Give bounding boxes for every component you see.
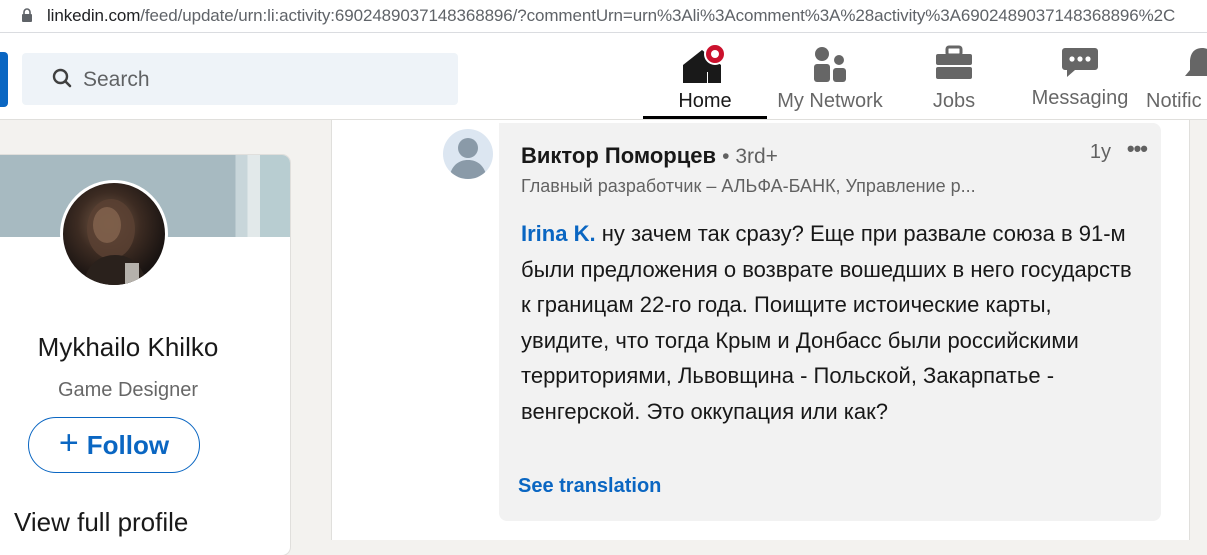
browser-address-bar[interactable]: linkedin.com/feed/update/urn:li:activity… (0, 0, 1207, 33)
notification-badge (704, 43, 726, 65)
author-profile-card: Mykhailo Khilko Game Designer + Follow V… (0, 155, 290, 555)
search-input[interactable]: Search (22, 53, 458, 105)
nav-jobs[interactable]: Jobs (900, 33, 1008, 119)
messaging-icon (1061, 45, 1099, 81)
jobs-icon (934, 45, 974, 81)
url-host: linkedin.com (47, 6, 141, 25)
lock-icon (22, 8, 32, 22)
follow-label: Follow (86, 429, 170, 460)
profile-name[interactable]: Mykhailo Khilko (0, 332, 256, 363)
search-placeholder: Search (83, 68, 150, 91)
nav-my-network[interactable]: My Network (767, 33, 893, 119)
my-network-icon (811, 45, 849, 85)
comment-author-line: Виктор Поморцев • 3rd+ (521, 143, 778, 169)
url-text[interactable]: linkedin.com/feed/update/urn:li:activity… (47, 6, 1175, 26)
nav-notifications-label: Notific (1146, 90, 1202, 112)
nav-messaging[interactable]: Messaging (1025, 33, 1135, 119)
active-indicator (643, 116, 767, 119)
comment-author-name[interactable]: Виктор Поморцев (521, 143, 716, 168)
profile-avatar[interactable] (60, 180, 168, 288)
comment-text: Irina K. ну зачем так сразу? Еще при раз… (521, 216, 1141, 429)
comment-bubble: Виктор Поморцев • 3rd+ 1y ••• Главный ра… (499, 123, 1161, 521)
nav-messaging-label: Messaging (1031, 87, 1129, 109)
linkedin-logo[interactable] (0, 52, 8, 107)
nav-home-label: Home (678, 90, 732, 112)
profile-title: Game Designer (57, 379, 199, 401)
connection-degree: • 3rd+ (722, 145, 778, 168)
mention-link[interactable]: Irina K. (521, 221, 596, 246)
nav-notifications[interactable]: Notific (1146, 33, 1207, 119)
notifications-icon (1182, 45, 1207, 85)
nav-home[interactable]: Home (643, 33, 767, 119)
commenter-avatar[interactable] (443, 129, 493, 179)
nav-my-network-label: My Network (777, 90, 883, 112)
comment-author-headline: Главный разработчик – АЛЬФА-БАНК, Управл… (521, 176, 976, 196)
view-full-profile-link[interactable]: View full profile (14, 507, 188, 538)
comment-timestamp: 1y (1089, 141, 1111, 163)
nav-jobs-label: Jobs (932, 90, 976, 112)
top-navigation: Search Home My Network Jobs Messaging No… (0, 33, 1207, 120)
url-path: /feed/update/urn:li:activity:69024890371… (140, 6, 1176, 25)
plus-icon: + (58, 424, 79, 462)
more-options-icon[interactable]: ••• (1127, 136, 1148, 162)
comment-body: ну зачем так сразу? Еще при развале союз… (521, 221, 1132, 424)
home-icon (680, 43, 730, 87)
follow-button[interactable]: + Follow (28, 417, 200, 473)
see-translation-link[interactable]: See translation (518, 475, 661, 498)
search-icon (52, 68, 72, 88)
